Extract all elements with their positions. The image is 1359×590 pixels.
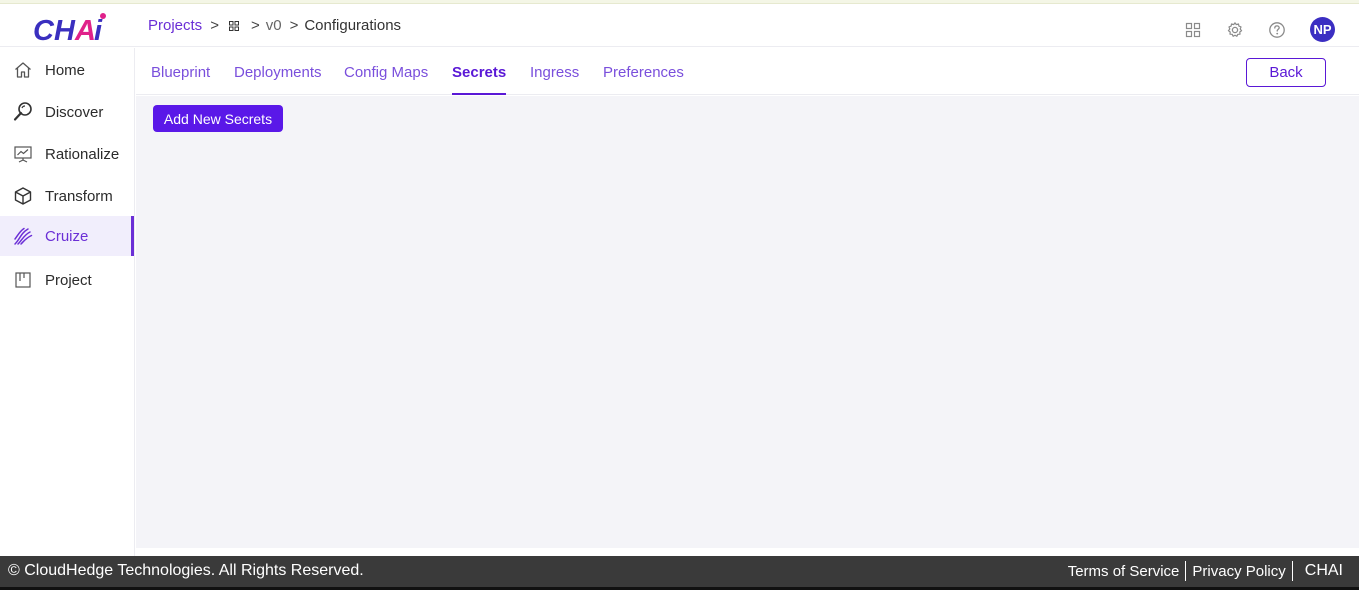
privacy-policy-link[interactable]: Privacy Policy xyxy=(1186,563,1291,580)
header-actions: NP xyxy=(1184,8,1359,51)
breadcrumb: Projects > > v0 > Configurations xyxy=(148,17,401,34)
cruize-icon xyxy=(12,225,34,247)
terms-of-service-link[interactable]: Terms of Service xyxy=(1062,563,1186,580)
sidebar-item-label: Transform xyxy=(45,187,113,205)
footer-links: Terms of Service Privacy Policy CHAI xyxy=(1062,561,1349,581)
tab-ingress[interactable]: Ingress xyxy=(530,64,579,95)
footer: © CloudHedge Technologies. All Rights Re… xyxy=(0,556,1359,587)
breadcrumb-separator: > xyxy=(210,17,219,34)
back-button[interactable]: Back xyxy=(1246,58,1326,87)
sidebar-item-label: Rationalize xyxy=(45,145,120,163)
copyright-text: © CloudHedge Technologies. All Rights Re… xyxy=(8,562,364,579)
sidebar-item-label: Home xyxy=(45,61,86,79)
transform-cube-icon xyxy=(12,185,34,207)
sidebar-item-project[interactable]: Project xyxy=(0,260,134,300)
project-grid-icon[interactable] xyxy=(228,20,239,31)
sidebar-item-label: Discover xyxy=(45,103,104,121)
sidebar-item-label: Cruize xyxy=(45,227,89,245)
project-board-icon xyxy=(12,269,34,291)
secrets-panel: Add New Secrets xyxy=(136,96,1359,548)
breadcrumb-separator: > xyxy=(250,17,260,34)
tab-secrets[interactable]: Secrets xyxy=(452,64,507,95)
footer-brand: CHAI xyxy=(1304,562,1343,579)
rationalize-icon xyxy=(12,143,34,165)
sidebar-item-rationalize[interactable]: Rationalize xyxy=(0,134,134,174)
tab-deployments[interactable]: Deployments xyxy=(234,64,322,95)
sidebar-item-discover[interactable]: Discover xyxy=(0,92,134,132)
svg-text:A: A xyxy=(74,15,96,44)
sidebar-item-label: Project xyxy=(45,271,92,289)
user-avatar[interactable]: NP xyxy=(1310,17,1335,42)
sidebar-item-cruize[interactable]: Cruize xyxy=(0,216,134,256)
tab-config-maps[interactable]: Config Maps xyxy=(344,64,428,95)
home-icon xyxy=(12,59,34,81)
discover-icon xyxy=(12,101,34,123)
tab-preferences[interactable]: Preferences xyxy=(603,64,684,95)
sidebar: Home Discover Rationalize Transform Crui… xyxy=(0,48,135,556)
help-icon[interactable] xyxy=(1268,21,1286,39)
tab-blueprint[interactable]: Blueprint xyxy=(151,64,210,95)
settings-gear-icon[interactable] xyxy=(1226,21,1244,39)
apps-grid-icon[interactable] xyxy=(1184,21,1202,39)
chai-logo[interactable]: CH A i xyxy=(32,10,112,44)
breadcrumb-version[interactable]: v0 xyxy=(266,17,282,34)
breadcrumb-projects-link[interactable]: Projects xyxy=(148,17,202,34)
config-tabs: Blueprint Deployments Config Maps Secret… xyxy=(136,48,1359,95)
app-header: CH A i Projects > > v0 > Configurations xyxy=(0,4,1359,47)
breadcrumb-separator: > xyxy=(289,17,299,34)
add-new-secrets-button[interactable]: Add New Secrets xyxy=(153,105,283,132)
sidebar-item-transform[interactable]: Transform xyxy=(0,176,134,216)
sidebar-item-home[interactable]: Home xyxy=(0,50,134,90)
svg-text:i: i xyxy=(94,15,103,44)
breadcrumb-current: Configurations xyxy=(304,17,402,34)
svg-text:CH: CH xyxy=(33,15,76,44)
